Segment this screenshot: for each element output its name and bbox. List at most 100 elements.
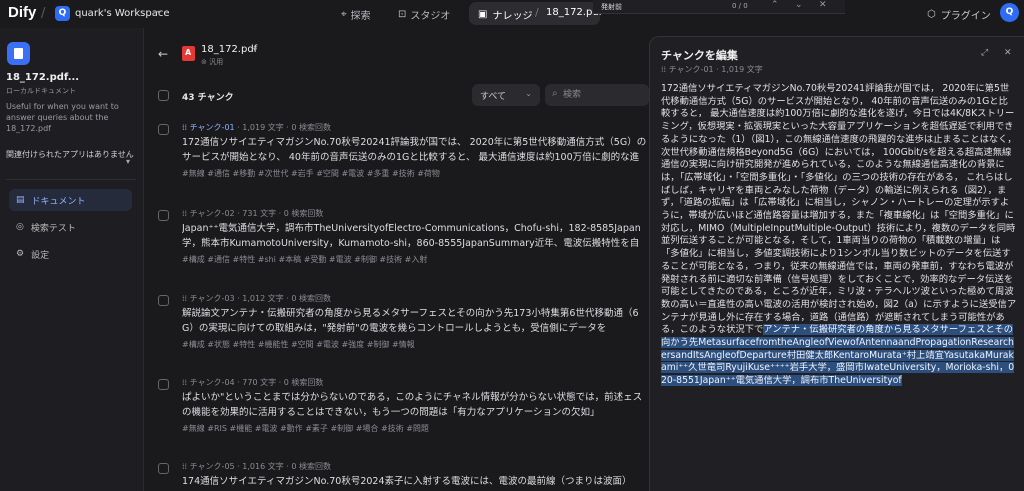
file-icon: ▤ <box>16 195 25 205</box>
chunk-chars: 1,019 文字 <box>242 123 284 132</box>
chunk-list-area: ← 18_172.pdf ▾ ⊚ 汎用 43 チャンク すべて ⌄ ⌕ ⁞⁞ チ… <box>145 28 649 491</box>
dataset-subtitle: ローカルドキュメント <box>6 87 76 95</box>
back-arrow-icon[interactable]: ← <box>158 47 168 61</box>
chunk-count: 43 チャンク <box>182 93 234 103</box>
nav-explore[interactable]: ⌖ 探索 <box>341 7 371 22</box>
chunk-keywords: #構成 #通信 #特性 #shi #本稿 #受動 #電波 #制御 #技術 #入射 <box>182 255 428 264</box>
search-input[interactable] <box>563 84 647 106</box>
chunk-hits: 0 検索回数 <box>291 294 332 303</box>
chevron-down-icon[interactable]: ▾ <box>126 157 130 166</box>
sidebar-item-label: ドキュメント <box>31 196 86 207</box>
workspace-name[interactable]: quark's Workspace <box>75 8 170 19</box>
chunk-content-editor[interactable]: 172通信ソサイエティマガジンNo.70秋号20241評論我が国では， 2020… <box>661 83 1017 388</box>
chunk-meta: ⁞⁞ チャンク-01 · 1,019 文字 · 0 検索回数 <box>182 123 332 132</box>
chunk-keywords: #無線 #通信 #移動 #次世代 #岩手 #空間 #電波 #多重 #技術 #荷物 <box>182 169 440 178</box>
search-icon: ⌕ <box>552 88 558 99</box>
find-bar: 発射前 0 / 0 ⌃ ⌄ ✕ <box>593 0 845 14</box>
workspace-avatar[interactable]: Q <box>55 6 70 21</box>
chevron-down-icon[interactable]: ▾ <box>157 8 161 17</box>
nav-studio[interactable]: ⊡ スタジオ <box>398 7 450 22</box>
chunk-checkbox[interactable] <box>158 379 169 390</box>
chunk-meta: ⁞⁞ チャンク-03 · 1,012 文字 · 0 検索回数 <box>182 294 332 303</box>
chunk-meta: ⁞⁞ チャンク-05 · 1,016 文字 · 0 検索回数 <box>182 462 332 471</box>
chunk-chars: 731 文字 <box>242 209 277 218</box>
select-all-checkbox[interactable] <box>158 90 169 101</box>
related-apps[interactable]: 関連付けられたアプリはありません <box>6 149 136 160</box>
chunk-text: 172通信ソサイエティマガジンNo.70秋号20241評論我が国では、 2020… <box>182 137 647 163</box>
chunk-chars: 770 文字 <box>242 378 277 387</box>
chunk-checkbox[interactable] <box>158 295 169 306</box>
search-box[interactable]: ⌕ <box>545 84 649 106</box>
dataset-description: Useful for when you want to answer queri… <box>6 102 119 133</box>
find-close-icon[interactable]: ✕ <box>819 0 827 10</box>
nav-explore-label: 探索 <box>350 11 371 22</box>
chunk-checkbox[interactable] <box>158 210 169 221</box>
sidebar-item-documents[interactable]: ▤ ドキュメント <box>9 189 132 211</box>
sidebar-item-settings[interactable]: ⚙ 設定 <box>9 243 132 265</box>
document-name[interactable]: 18_172.pdf <box>201 44 257 55</box>
chunk-id: チャンク-04 <box>189 378 235 387</box>
chevron-down-icon: ⌄ <box>525 89 532 98</box>
find-query[interactable]: 発射前 <box>601 2 622 12</box>
chunk-item[interactable]: ⁞⁞ チャンク-01 · 1,019 文字 · 0 検索回数 172通信ソサイエ… <box>158 122 648 202</box>
chunk-id: チャンク-01 <box>189 123 235 132</box>
robot-icon: ⊡ <box>398 9 407 20</box>
chunk-id: チャンク-05 <box>189 462 235 471</box>
top-bar: Dify / Q quark's Workspace ▾ ⌖ 探索 ⊡ スタジオ… <box>0 0 1024 28</box>
chunk-item[interactable]: ⁞⁞ チャンク-02 · 731 文字 · 0 検索回数 Japan⁺⁺電気通信… <box>158 208 648 288</box>
dataset-title: 18_172.pdf... <box>6 72 80 83</box>
chunk-content-text: 172通信ソサイエティマガジンNo.70秋号20241評論我が国では， 2020… <box>661 83 1017 336</box>
close-icon[interactable]: ✕ <box>1004 48 1012 58</box>
document-mode: ⊚ 汎用 <box>201 58 224 66</box>
sidebar-item-label: 検索テスト <box>30 223 76 234</box>
chunk-meta: ⁞⁞ チャンク-04 · 770 文字 · 0 検索回数 <box>182 378 324 387</box>
nav-knowledge-label: ナレッジ <box>492 11 533 22</box>
chunk-hits: 0 検索回数 <box>291 123 332 132</box>
nav-knowledge[interactable]: ▣ ナレッジ <box>478 7 532 22</box>
chunk-keywords: #無線 #RIS #機能 #電波 #動作 #素子 #制御 #場合 #技術 #問題 <box>182 424 429 433</box>
document-mode-label: 汎用 <box>209 58 224 66</box>
chunk-item[interactable]: ⁞⁞ チャンク-04 · 770 文字 · 0 検索回数 ぱよいか"ということま… <box>158 377 648 457</box>
document-icon <box>7 42 30 65</box>
chunk-item[interactable]: ⁞⁞ チャンク-05 · 1,016 文字 · 0 検索回数 174通信ソサイエ… <box>158 461 648 491</box>
status-filter-select[interactable]: すべて ⌄ <box>472 84 540 106</box>
sidebar-divider <box>6 179 136 180</box>
panel-chunk-chars: 1,019 文字 <box>721 65 763 74</box>
sliders-icon: ⚙ <box>16 249 25 259</box>
nav-separator: / <box>535 6 539 19</box>
nav-studio-label: スタジオ <box>410 11 451 22</box>
chunk-checkbox[interactable] <box>158 124 169 135</box>
pdf-icon <box>182 46 195 61</box>
expand-icon[interactable]: ⤢ <box>981 48 988 58</box>
book-icon: ▣ <box>478 9 488 20</box>
find-next-icon[interactable]: ⌄ <box>795 0 803 10</box>
chunk-text: 174通信ソサイエティマガジンNo.70秋号2024素子に入射する電波には、電波… <box>182 476 632 487</box>
dify-logo[interactable]: Dify <box>8 4 36 21</box>
status-filter-value: すべて <box>480 92 507 102</box>
sidebar-item-retrieval-test[interactable]: ◎ 検索テスト <box>9 216 132 238</box>
user-avatar[interactable]: Q <box>1000 3 1019 22</box>
chunk-editor-panel: チャンクを編集 ⤢ ✕ ⁞⁞ チャンク-01 · 1,019 文字 172通信ソ… <box>649 36 1024 491</box>
plugins-label: プラグイン <box>940 11 991 22</box>
chunk-hits: 0 検索回数 <box>291 462 332 471</box>
compass-icon: ⌖ <box>341 9 347 20</box>
chunk-text: Japan⁺⁺電気通信大学，調布市TheUniversityofElectro-… <box>182 223 641 249</box>
sidebar-item-label: 設定 <box>31 250 50 261</box>
breadcrumb-separator: / <box>41 6 46 21</box>
chunk-id: チャンク-03 <box>189 294 235 303</box>
chevron-down-icon[interactable]: ▾ <box>253 45 257 54</box>
chunk-meta: ⁞⁞ チャンク-02 · 731 文字 · 0 検索回数 <box>182 209 324 218</box>
find-count: 0 / 0 <box>732 2 748 10</box>
chunk-item[interactable]: ⁞⁞ チャンク-03 · 1,012 文字 · 0 検索回数 解説論文アンテナ・… <box>158 293 648 373</box>
target-icon: ◎ <box>16 222 24 232</box>
sidebar: 18_172.pdf... ローカルドキュメント Useful for when… <box>0 28 144 491</box>
chunk-hits: 0 検索回数 <box>283 209 324 218</box>
find-prev-icon[interactable]: ⌃ <box>771 0 779 10</box>
chunk-checkbox[interactable] <box>158 463 169 474</box>
panel-meta: ⁞⁞ チャンク-01 · 1,019 文字 <box>661 65 763 74</box>
chunk-text: ぱよいか"ということまでは分からないのである，このようにチャネル情報が分からない… <box>182 392 643 418</box>
plugins-button[interactable]: ⬡ プラグイン <box>927 7 991 22</box>
chunk-chars: 1,016 文字 <box>242 462 284 471</box>
chunk-hits: 0 検索回数 <box>283 378 324 387</box>
chunk-id: チャンク-02 <box>189 209 235 218</box>
